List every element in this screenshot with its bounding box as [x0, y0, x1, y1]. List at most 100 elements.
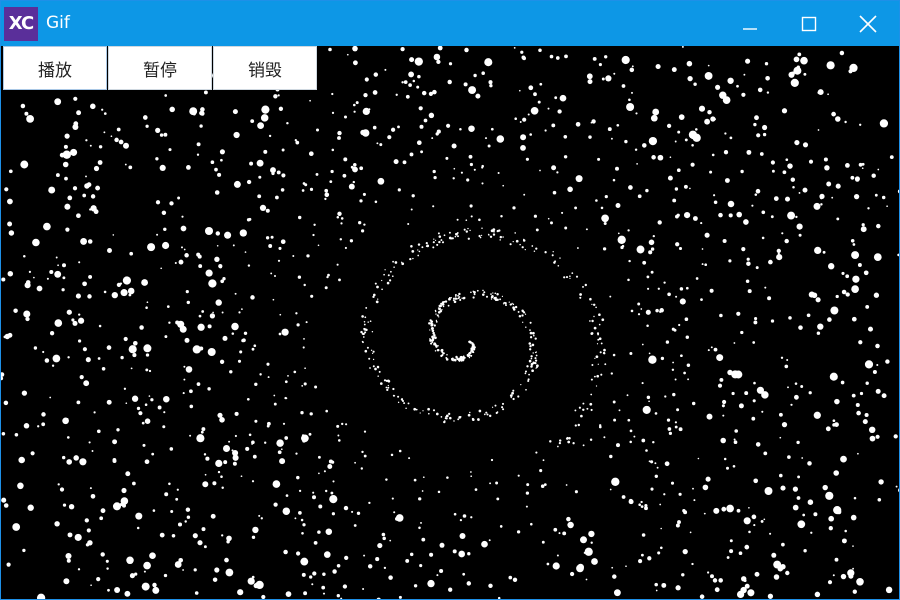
star-particle — [201, 527, 206, 532]
star-particle — [810, 531, 813, 534]
star-particle — [631, 91, 633, 94]
star-particle — [579, 296, 582, 299]
star-particle — [833, 470, 839, 476]
star-particle — [499, 298, 502, 301]
star-particle — [856, 578, 864, 586]
star-particle — [184, 337, 190, 343]
minimize-button[interactable] — [721, 1, 779, 46]
star-particle — [529, 348, 532, 351]
star-particle — [663, 281, 666, 284]
star-particle — [674, 425, 678, 429]
star-particle — [605, 75, 612, 82]
star-particle — [802, 513, 806, 517]
star-particle — [184, 520, 187, 523]
star-particle — [84, 183, 90, 189]
star-particle — [312, 233, 315, 237]
star-particle — [589, 402, 593, 406]
star-particle — [384, 68, 387, 71]
star-particle — [377, 375, 379, 377]
star-particle — [691, 144, 694, 147]
star-particle — [313, 223, 316, 226]
star-particle — [542, 459, 545, 462]
star-particle — [448, 587, 453, 592]
star-particle — [495, 481, 499, 485]
star-particle — [247, 264, 251, 267]
destroy-button[interactable]: 销毁 — [213, 46, 317, 90]
star-particle — [251, 440, 255, 445]
star-particle — [746, 257, 750, 261]
maximize-button[interactable] — [780, 1, 838, 46]
star-particle — [574, 490, 578, 494]
star-particle — [664, 395, 667, 398]
star-particle — [439, 310, 443, 313]
star-particle — [67, 356, 70, 359]
star-particle — [285, 494, 289, 497]
star-particle — [103, 290, 107, 294]
star-particle — [400, 261, 403, 263]
star-particle — [100, 552, 105, 557]
star-particle — [755, 442, 761, 447]
star-particle — [362, 587, 365, 591]
star-particle — [114, 137, 119, 143]
star-particle — [325, 409, 329, 413]
star-particle — [469, 411, 471, 414]
star-particle — [547, 217, 550, 220]
star-particle — [142, 443, 146, 447]
star-particle — [42, 350, 45, 354]
star-particle — [428, 112, 435, 119]
star-particle — [283, 549, 288, 555]
star-particle — [490, 458, 494, 462]
app-logo: XC — [4, 7, 38, 41]
close-button[interactable] — [839, 1, 897, 46]
star-particle — [729, 136, 733, 140]
star-particle — [175, 497, 179, 501]
star-particle — [77, 317, 85, 324]
star-particle — [54, 319, 63, 327]
star-particle — [627, 229, 630, 232]
star-particle — [590, 393, 593, 396]
star-particle — [194, 591, 199, 595]
star-particle — [425, 245, 428, 247]
star-particle — [615, 203, 621, 208]
star-particle — [484, 58, 493, 67]
star-particle — [383, 379, 387, 382]
star-particle — [397, 395, 400, 398]
star-particle — [473, 73, 477, 78]
play-button[interactable]: 播放 — [3, 46, 107, 90]
star-particle — [597, 157, 601, 161]
star-particle — [24, 282, 31, 289]
star-particle — [591, 558, 598, 565]
star-particle — [412, 257, 414, 260]
star-particle — [458, 360, 461, 362]
star-particle — [421, 246, 424, 249]
star-particle — [432, 336, 435, 339]
star-particle — [362, 336, 365, 338]
star-particle — [753, 478, 759, 484]
star-particle — [531, 369, 534, 373]
star-particle — [444, 417, 447, 420]
star-particle — [488, 414, 492, 418]
title-bar[interactable]: XC Gif — [1, 1, 899, 46]
star-particle — [189, 389, 193, 394]
star-particle — [51, 364, 55, 367]
star-particle — [148, 395, 151, 397]
star-particle — [322, 592, 326, 595]
star-particle — [728, 213, 733, 218]
star-particle — [790, 78, 799, 87]
star-particle — [528, 85, 534, 91]
star-particle — [328, 47, 332, 52]
star-particle — [855, 402, 860, 408]
star-particle — [135, 512, 143, 520]
star-particle — [704, 118, 710, 125]
star-particle — [251, 347, 255, 351]
pause-button[interactable]: 暂停 — [108, 46, 212, 90]
star-particle — [22, 548, 26, 553]
star-particle — [557, 109, 562, 114]
star-particle — [779, 473, 783, 478]
star-particle — [778, 412, 783, 417]
star-particle — [285, 591, 292, 597]
star-particle — [302, 346, 305, 349]
star-particle — [3, 400, 9, 406]
star-particle — [456, 218, 459, 221]
star-particle — [787, 163, 793, 169]
